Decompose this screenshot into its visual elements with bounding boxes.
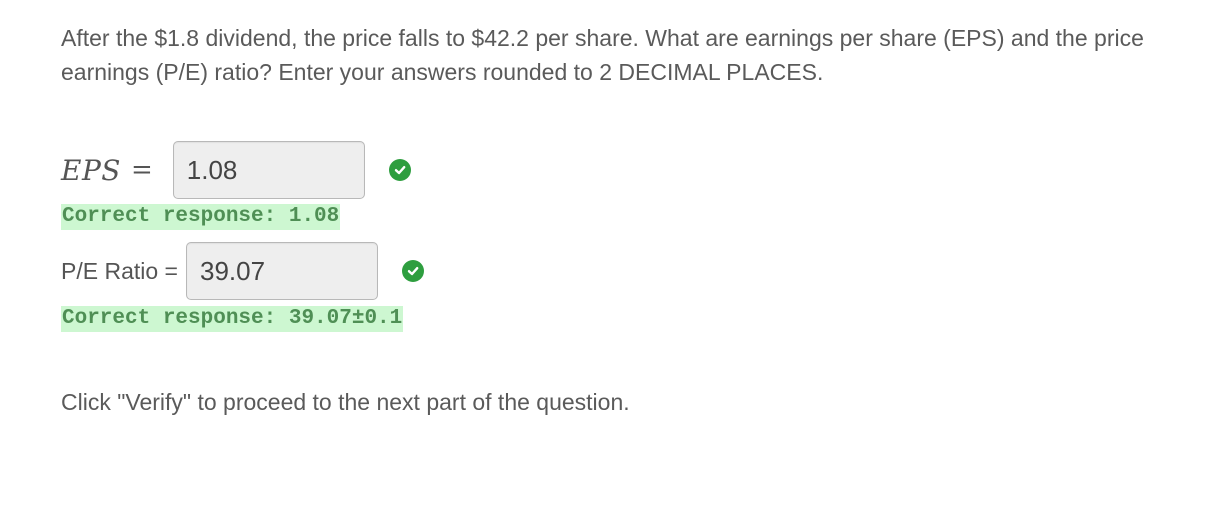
check-circle-icon — [401, 260, 424, 282]
pe-ratio-input[interactable] — [185, 242, 378, 300]
eps-feedback: Correct response: 1.08 — [61, 204, 341, 230]
question-text: After the $1.8 dividend, the price falls… — [61, 25, 1144, 85]
check-circle-icon — [388, 159, 411, 181]
pe-ratio-answer-row: P/E Ratio = — [61, 242, 424, 300]
eps-equals-sign: = — [130, 155, 153, 185]
verify-instruction: Click "Verify" to proceed to the next pa… — [61, 389, 630, 415]
pe-ratio-label: P/E Ratio = — [61, 257, 178, 284]
eps-input[interactable] — [172, 141, 365, 199]
eps-label: EPS — [61, 153, 121, 187]
pe-ratio-feedback: Correct response: 39.07±0.1 — [61, 306, 404, 332]
eps-answer-row: EPS = — [61, 141, 411, 199]
